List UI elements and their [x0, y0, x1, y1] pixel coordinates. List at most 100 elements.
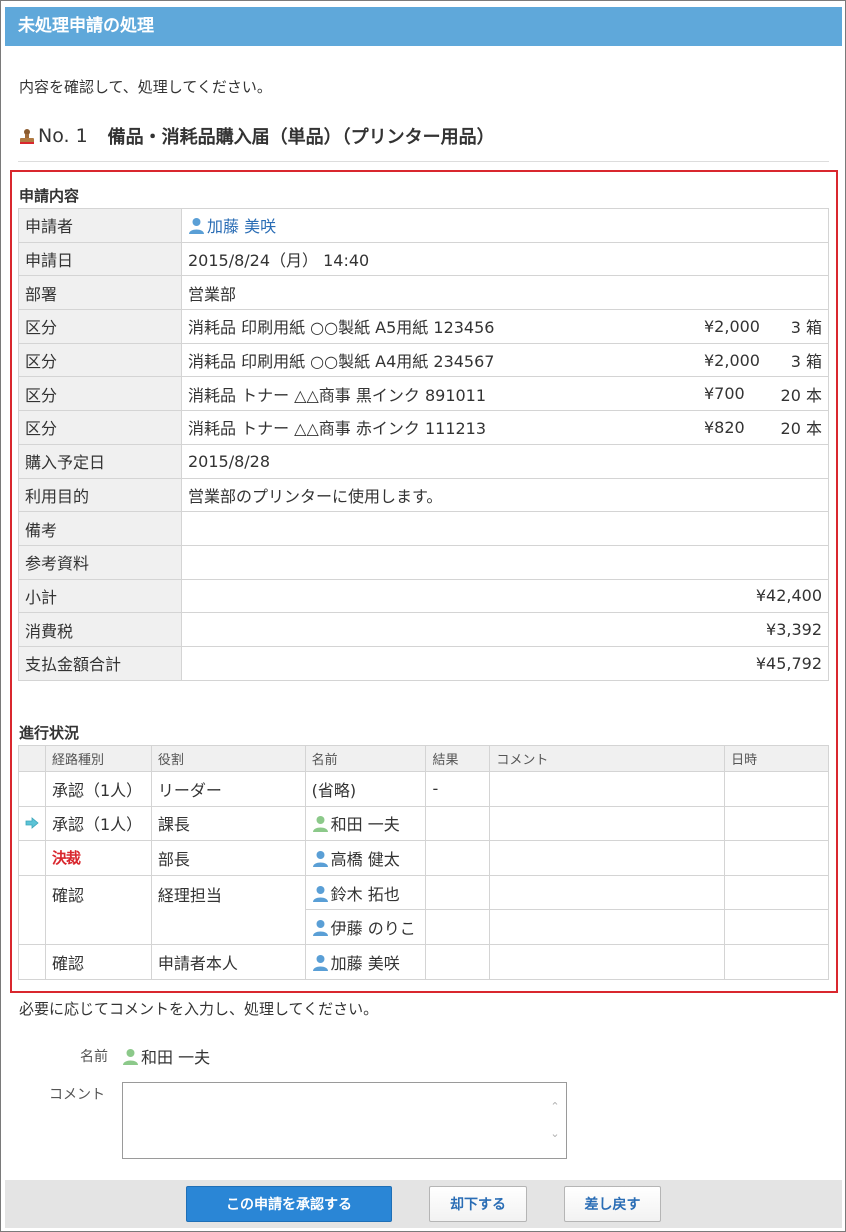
comment-cell — [489, 909, 726, 945]
dept-label: 部署 — [18, 275, 182, 311]
comment-cell — [489, 771, 726, 807]
item-cell: 消耗品 印刷用紙 ○○製紙 A4用紙 234567 ¥2,000 3 箱 — [181, 342, 829, 378]
datetime-cell — [724, 909, 829, 945]
header-result: 結果 — [425, 745, 491, 772]
item-qty: 3 箱 — [790, 352, 822, 372]
name-cell: 和田 一夫 — [304, 805, 427, 842]
result-cell — [425, 874, 491, 911]
scroll-down-icon[interactable]: ⌄ — [548, 1127, 562, 1141]
marker-cell — [18, 771, 46, 807]
header-marker — [18, 745, 46, 772]
reference-label: 参考資料 — [18, 544, 182, 580]
application-title: 備品・消耗品購入届（単品）（プリンター用品） — [107, 127, 495, 148]
item-cell: 消耗品 トナー △△商事 黒インク 891011 ¥700 20 本 — [181, 376, 829, 412]
table-row: 承認（1人） リーダー (省略) - — [18, 771, 829, 807]
role-cell: 申請者本人 — [150, 943, 306, 980]
user-icon — [312, 850, 328, 867]
datetime-cell — [724, 874, 829, 911]
item-price: ¥820 — [704, 417, 745, 437]
item-price: ¥2,000 — [704, 316, 760, 336]
table-row: 消費税 ¥3,392 — [18, 612, 829, 647]
purchase-date-label: 購入予定日 — [18, 443, 182, 479]
name-cell: 加藤 美咲 — [304, 943, 427, 980]
total-label: 支払金額合計 — [18, 645, 182, 681]
item-desc: 消耗品 トナー △△商事 黒インク 891011 — [188, 385, 487, 405]
table-row: 確認 経理担当 鈴木 拓也 — [18, 874, 829, 945]
subtotal-value: ¥42,400 — [181, 578, 829, 614]
total-value: ¥45,792 — [181, 645, 829, 681]
header-route: 経路種別 — [44, 745, 152, 772]
table-row: 備考 — [18, 511, 829, 546]
approver-name: 鈴木 拓也 — [330, 884, 400, 904]
role-cell: 部長 — [150, 840, 306, 876]
progress-table: 経路種別 役割 名前 結果 コメント 日時 承認（1人） リーダー (省略) -… — [18, 745, 829, 980]
purpose-label: 利用目的 — [18, 477, 182, 513]
table-row: 支払金額合計 ¥45,792 — [18, 645, 829, 681]
item-label: 区分 — [18, 309, 182, 344]
approve-button[interactable]: この申請を承認する — [186, 1186, 392, 1222]
name-cell: 伊藤 のりこ — [304, 909, 427, 945]
table-row: 申請者 加藤 美咲 — [18, 208, 829, 243]
header-role: 役割 — [150, 745, 306, 772]
table-row: 区分 消耗品 トナー △△商事 赤インク 111213 ¥820 20 本 — [18, 410, 829, 445]
current-user-name: 和田 一夫 — [141, 1048, 211, 1067]
result-cell — [425, 943, 491, 980]
header-comment: コメント — [489, 745, 726, 772]
table-row: 参考資料 — [18, 544, 829, 580]
tax-label: 消費税 — [18, 612, 182, 647]
window-title: 未処理申請の処理 — [5, 7, 842, 46]
user-icon — [312, 920, 328, 937]
table-row: 部署 営業部 — [18, 275, 829, 311]
table-row: 区分 消耗品 印刷用紙 ○○製紙 A4用紙 234567 ¥2,000 3 箱 — [18, 342, 829, 378]
route-cell: 承認（1人） — [44, 805, 152, 842]
comment-cell — [489, 840, 726, 876]
name-cell: 高橋 健太 — [304, 840, 427, 876]
reject-button[interactable]: 却下する — [429, 1186, 527, 1222]
application-number: No. 1 — [38, 125, 88, 147]
return-button[interactable]: 差し戻す — [564, 1186, 661, 1222]
role-cell: リーダー — [150, 771, 306, 807]
role-cell: 経理担当 — [150, 874, 306, 945]
item-desc: 消耗品 トナー △△商事 赤インク 111213 — [188, 419, 487, 439]
route-cell: 承認（1人） — [44, 771, 152, 807]
result-cell — [425, 805, 491, 842]
divider — [18, 161, 829, 162]
item-label: 区分 — [18, 376, 182, 412]
item-cell: 消耗品 トナー △△商事 赤インク 111213 ¥820 20 本 — [181, 410, 829, 445]
item-cell: 消耗品 印刷用紙 ○○製紙 A5用紙 123456 ¥2,000 3 箱 — [181, 309, 829, 344]
tax-value: ¥3,392 — [181, 612, 829, 647]
table-row: 確認 申請者本人 加藤 美咲 — [18, 943, 829, 980]
name-cell: 鈴木 拓也 — [304, 874, 427, 911]
item-price: ¥700 — [704, 384, 745, 404]
result-cell — [425, 840, 491, 876]
result-cell: - — [425, 771, 491, 807]
date-label: 申請日 — [18, 241, 182, 277]
comment-cell — [489, 943, 726, 980]
name-value: 和田 一夫 — [122, 1044, 210, 1068]
table-row: 利用目的 営業部のプリンターに使用します。 — [18, 477, 829, 513]
item-label: 区分 — [18, 410, 182, 445]
action-bar — [5, 1180, 842, 1228]
intro-text: 内容を確認して、処理してください。 — [19, 78, 272, 96]
comment-prompt: 必要に応じてコメントを入力し、処理してください。 — [19, 1000, 379, 1018]
applicant-label: 申請者 — [18, 208, 182, 243]
details-table: 申請者 加藤 美咲 申請日 2015/8/24（月） 14:40 部署 営業部 … — [18, 208, 829, 681]
header-datetime: 日時 — [724, 745, 829, 772]
datetime-cell — [724, 805, 829, 842]
scroll-up-icon[interactable]: ⌃ — [548, 1100, 562, 1114]
name-cell: (省略) — [304, 771, 427, 807]
progress-section-label: 進行状況 — [19, 724, 80, 742]
application-heading: No. 1 備品・消耗品購入届（単品）（プリンター用品） — [18, 123, 495, 149]
table-header-row: 経路種別 役割 名前 結果 コメント 日時 — [18, 745, 829, 772]
user-icon — [189, 218, 204, 235]
item-desc: 消耗品 印刷用紙 ○○製紙 A5用紙 123456 — [188, 318, 495, 338]
datetime-cell — [724, 771, 829, 807]
table-row: 区分 消耗品 印刷用紙 ○○製紙 A5用紙 123456 ¥2,000 3 箱 — [18, 309, 829, 344]
table-row: 承認（1人） 課長 和田 一夫 — [18, 805, 829, 842]
final-approval-stamp: 決裁 — [51, 849, 81, 868]
remarks-label: 備考 — [18, 511, 182, 546]
applicant-link[interactable]: 加藤 美咲 — [207, 217, 276, 236]
approver-name: 高橋 健太 — [330, 849, 400, 869]
comment-textarea[interactable] — [122, 1082, 567, 1159]
table-row: 申請日 2015/8/24（月） 14:40 — [18, 241, 829, 277]
